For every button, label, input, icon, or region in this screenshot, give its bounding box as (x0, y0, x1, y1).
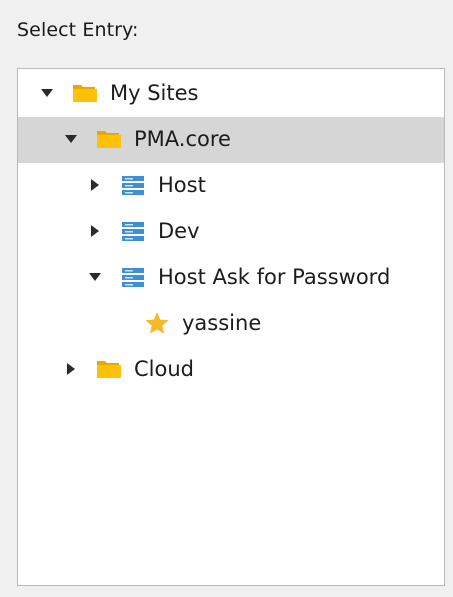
collapsed-arrow-icon[interactable] (88, 178, 102, 192)
tree-node-cloud[interactable]: Cloud (18, 347, 444, 393)
tree-node-label: Dev (158, 219, 200, 243)
tree-node-pma-core[interactable]: PMA.core (18, 117, 444, 163)
star-icon (145, 312, 169, 334)
tree-node-yassine[interactable]: yassine (18, 301, 444, 347)
tree-node-label: PMA.core (134, 127, 231, 151)
folder-open-icon (73, 85, 97, 102)
folder-icon (97, 131, 121, 148)
tree-node-dev[interactable]: Dev (18, 209, 444, 255)
tree-node-label: My Sites (110, 81, 199, 105)
tree-node-my-sites[interactable]: My Sites (18, 71, 444, 117)
server-icon (122, 268, 144, 287)
select-entry-panel: Select Entry: My Sites PMA.core Host Dev… (0, 0, 453, 597)
tree-node-label: Host Ask for Password (158, 265, 391, 289)
expanded-arrow-icon[interactable] (40, 86, 54, 100)
expanded-arrow-icon[interactable] (64, 132, 78, 146)
expanded-arrow-icon[interactable] (88, 270, 102, 284)
tree-node-label: Host (158, 173, 206, 197)
folder-icon (97, 361, 121, 378)
select-entry-label: Select Entry: (17, 19, 139, 41)
tree-node-host-ask-for-password[interactable]: Host Ask for Password (18, 255, 444, 301)
collapsed-arrow-icon[interactable] (88, 224, 102, 238)
server-icon (122, 176, 144, 195)
entry-tree[interactable]: My Sites PMA.core Host Dev Host Ask for … (17, 68, 445, 586)
tree-node-label: yassine (182, 311, 262, 335)
server-icon (122, 222, 144, 241)
tree-node-host[interactable]: Host (18, 163, 444, 209)
tree-node-label: Cloud (134, 357, 194, 381)
collapsed-arrow-icon[interactable] (64, 362, 78, 376)
